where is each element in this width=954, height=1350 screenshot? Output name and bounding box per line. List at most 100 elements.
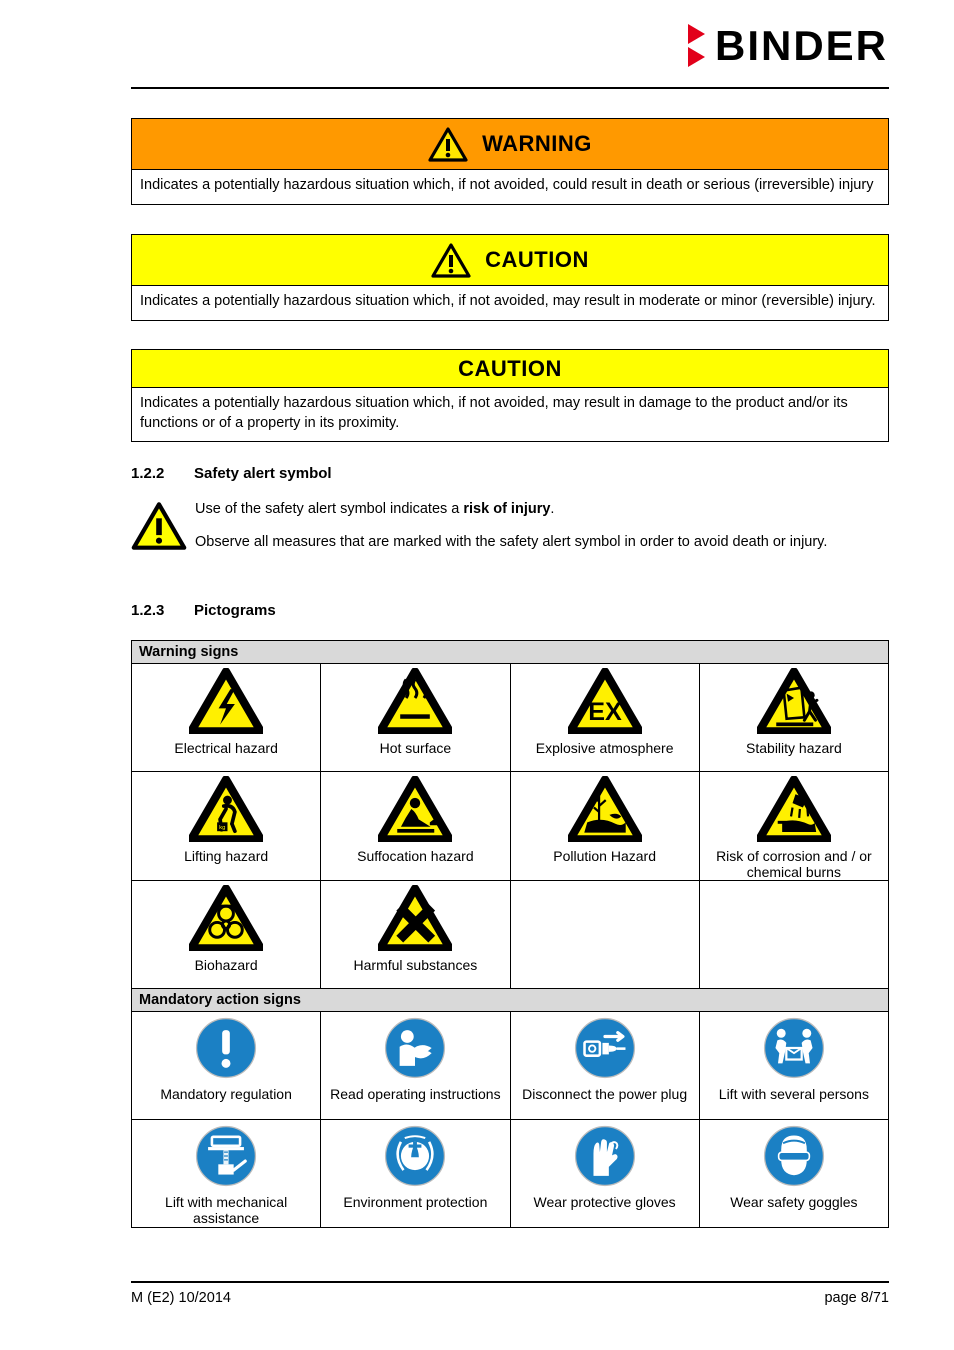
alert-body-caution-injury: Indicates a potentially hazardous situat… xyxy=(132,286,888,320)
pictogram-label: Suffocation hazard xyxy=(357,848,474,864)
pictogram-row: kg Lifting hazard Suffocation hazard Pollut… xyxy=(130,770,890,882)
page-header: BINDER xyxy=(0,0,954,95)
safety-alert-icon-cell xyxy=(131,497,195,556)
pictogram-cell: Wear protective gloves xyxy=(509,1119,700,1229)
pictogram-cell-empty xyxy=(698,880,890,990)
pictogram-label: Environment protection xyxy=(343,1194,488,1211)
lifting-hazard-icon: kg xyxy=(187,775,265,847)
section-title-123: Pictograms xyxy=(194,602,276,619)
binder-logo: BINDER xyxy=(687,21,888,69)
alert-body-warning: Indicates a potentially hazardous situat… xyxy=(132,170,888,204)
pollution-hazard-icon xyxy=(565,775,644,847)
pictogram-table: Warning signs Electrical hazard Hot surfac… xyxy=(130,640,890,1229)
pictogram-label: Harmful substances xyxy=(353,957,478,974)
pictogram-label: Biohazard xyxy=(194,957,258,974)
pictogram-row: Lift with mechanical assistance Environme… xyxy=(130,1119,890,1229)
pictogram-row: Biohazard Harmful substances xyxy=(130,880,890,990)
document-page: BINDER WARNING Indicates a potentially h… xyxy=(0,0,954,1350)
safety-alert-text: Use of the safety alert symbol indicates… xyxy=(195,497,827,566)
pictogram-cell: Suffocation hazard xyxy=(320,770,511,882)
pictogram-group-heading: Warning signs xyxy=(131,640,889,664)
pictogram-group-header-row: Warning signs xyxy=(131,640,889,664)
pictogram-cell: EX Explosive atmosphere xyxy=(509,663,700,772)
pictogram-label: Stability hazard xyxy=(746,740,842,756)
safety-goggles-icon xyxy=(762,1124,826,1193)
svg-text:EX: EX xyxy=(588,698,622,726)
alert-title-warning: WARNING xyxy=(482,131,592,156)
stability-hazard-icon xyxy=(755,667,833,739)
pictogram-group-header-row: Mandatory action signs xyxy=(131,988,889,1013)
pictogram-label: Read operating instructions xyxy=(330,1086,501,1103)
harmful-substances-icon xyxy=(376,884,455,956)
safety-alert-p1-lead: Use of the safety alert symbol indicates… xyxy=(195,501,464,517)
section-title-122: Safety alert symbol xyxy=(194,465,332,482)
mandatory-regulation-icon xyxy=(194,1016,258,1085)
warning-triangle-icon xyxy=(431,242,471,278)
pictogram-cell: Lift with mechanical assistance xyxy=(130,1119,322,1229)
binder-triangles-logo-icon xyxy=(687,24,705,67)
lift-mechanical-assistance-icon xyxy=(194,1124,258,1193)
lift-several-persons-icon xyxy=(762,1016,826,1085)
pictogram-cell: Lift with several persons xyxy=(698,1011,890,1121)
pictogram-cell: Environment protection xyxy=(320,1119,511,1229)
hot-surface-icon xyxy=(376,667,455,739)
safety-alert-paragraph-2: Observe all measures that are marked wit… xyxy=(195,534,828,551)
pictogram-cell: kg Lifting hazard xyxy=(130,770,322,882)
alert-body-caution-damage: Indicates a potentially hazardous situat… xyxy=(132,388,888,442)
alert-title-caution-injury: CAUTION xyxy=(485,247,589,272)
pictogram-cell: Harmful substances xyxy=(320,880,511,990)
brand-name: BINDER xyxy=(714,21,888,69)
alert-box-caution-damage: CAUTION Indicates a potentially hazardou… xyxy=(131,349,889,443)
section-heading-safety-alert: 1.2.2 Safety alert symbol xyxy=(131,465,332,482)
pictogram-label: Lifting hazard xyxy=(184,848,269,864)
page-footer: M (E2) 10/2014 page 8/71 xyxy=(131,1290,889,1306)
header-divider xyxy=(131,87,889,89)
footer-document-code: M (E2) 10/2014 xyxy=(131,1290,231,1306)
footer-divider xyxy=(131,1281,889,1283)
alert-box-caution-injury: CAUTION Indicates a potentially hazardou… xyxy=(131,234,889,321)
biohazard-icon xyxy=(187,884,265,956)
electrical-hazard-icon xyxy=(187,667,265,739)
pictogram-label: Wear safety goggles xyxy=(730,1194,858,1211)
safety-alert-p1-tail: . xyxy=(550,501,555,517)
section-heading-pictograms: 1.2.3 Pictograms xyxy=(131,602,276,619)
safety-alert-block: Use of the safety alert symbol indicates… xyxy=(131,497,889,566)
suffocation-hazard-icon xyxy=(376,775,455,847)
pictogram-cell: Risk of corrosion and / or chemical burn… xyxy=(698,770,890,882)
explosive-atmosphere-icon: EX xyxy=(565,667,644,739)
pictogram-row: Electrical hazard Hot surface EX Explosive … xyxy=(130,663,890,772)
safety-alert-p1-emphasis: risk of injury xyxy=(463,501,551,517)
pictogram-group-heading: Mandatory action signs xyxy=(131,988,889,1013)
logo-triangle-bottom xyxy=(687,47,705,67)
pictogram-cell: Wear safety goggles xyxy=(698,1119,890,1229)
alert-header-caution-damage: CAUTION xyxy=(132,350,888,388)
pictogram-cell: Biohazard xyxy=(130,880,322,990)
alert-title-caution-damage: CAUTION xyxy=(458,355,562,381)
pictogram-label: Risk of corrosion and / or chemical burn… xyxy=(716,848,872,880)
pictogram-cell: Mandatory regulation xyxy=(130,1011,322,1121)
pictogram-label: Explosive atmosphere xyxy=(535,740,674,756)
pictogram-cell: Read operating instructions xyxy=(320,1011,511,1121)
section-number-122: 1.2.2 xyxy=(131,465,165,482)
pictogram-label: Lift with several persons xyxy=(718,1086,869,1103)
pictogram-label: Lift with mechanical assistance xyxy=(165,1194,288,1227)
pictogram-label: Electrical hazard xyxy=(174,740,278,756)
pictogram-label: Wear protective gloves xyxy=(533,1194,676,1211)
safety-alert-triangle-icon xyxy=(131,502,187,550)
svg-text:kg: kg xyxy=(219,825,225,831)
alert-header-warning: WARNING xyxy=(132,119,888,170)
pictogram-cell: Electrical hazard xyxy=(130,663,322,772)
warning-triangle-icon xyxy=(428,126,468,162)
pictogram-cell: Pollution Hazard xyxy=(509,770,700,882)
disconnect-power-plug-icon xyxy=(573,1016,637,1085)
pictogram-label: Mandatory regulation xyxy=(160,1086,292,1103)
logo-triangle-top xyxy=(687,24,705,44)
pictogram-row: Mandatory regulation Read operating instr… xyxy=(130,1011,890,1121)
pictogram-label: Hot surface xyxy=(379,740,452,756)
protective-gloves-icon xyxy=(573,1124,637,1193)
footer-page-label: page 8/71 xyxy=(824,1290,889,1306)
section-number-123: 1.2.3 xyxy=(131,602,165,619)
alert-header-caution-injury: CAUTION xyxy=(132,235,888,286)
safety-alert-paragraph-1: Use of the safety alert symbol indicates… xyxy=(195,499,827,519)
alert-box-warning: WARNING Indicates a potentially hazardou… xyxy=(131,118,889,205)
